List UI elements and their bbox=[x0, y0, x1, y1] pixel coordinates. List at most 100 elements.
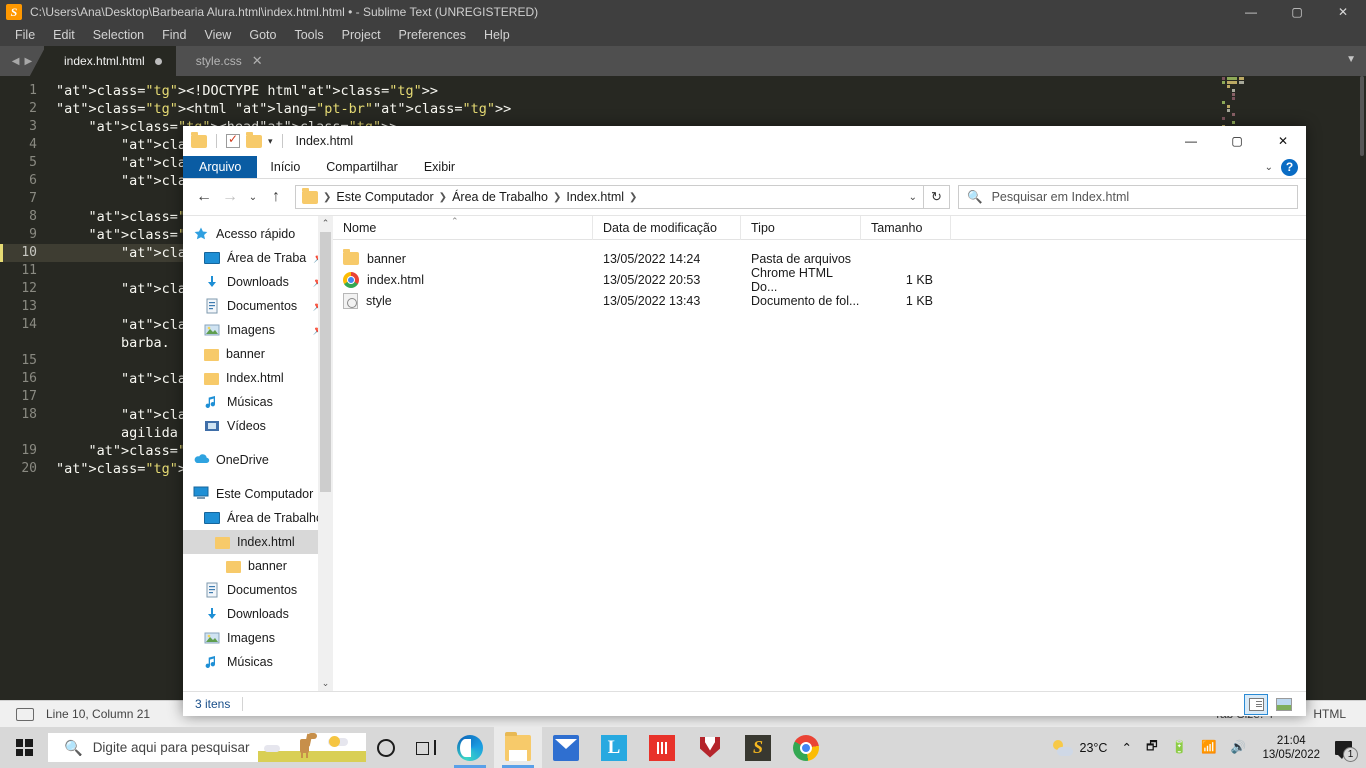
large-icons-view-button[interactable] bbox=[1272, 694, 1296, 715]
navigation-pane[interactable]: ⌃ ⌄ Acesso rápidoÁrea de Traba📌Downloads… bbox=[183, 216, 333, 691]
nav-item-imagens[interactable]: Imagens bbox=[183, 626, 333, 650]
weather-widget[interactable]: 23°C bbox=[1041, 727, 1115, 768]
nav-item-documentos[interactable]: Documentos bbox=[183, 578, 333, 602]
file-name-cell[interactable]: index.html bbox=[333, 271, 593, 288]
volume-icon[interactable]: 🔊 bbox=[1224, 727, 1254, 768]
help-icon[interactable]: ? bbox=[1281, 158, 1298, 176]
table-row[interactable]: index.html 13/05/2022 20:53 Chrome HTML Do… bbox=[333, 266, 1306, 294]
nav-item-acesso-r-pido[interactable]: Acesso rápido bbox=[183, 222, 333, 246]
start-button[interactable] bbox=[0, 727, 48, 768]
menu-tools[interactable]: Tools bbox=[285, 25, 332, 45]
minimap-scrollbar[interactable] bbox=[1360, 76, 1364, 156]
tab-prev-icon[interactable]: ◀ bbox=[12, 56, 20, 67]
nav-scrollbar[interactable]: ⌃ ⌄ bbox=[318, 216, 333, 691]
ribbon-collapse-chevron-icon[interactable]: ⌄ bbox=[1265, 162, 1273, 173]
tab-index-html[interactable]: index.html.html bbox=[30, 46, 190, 76]
menu-goto[interactable]: Goto bbox=[240, 25, 285, 45]
scroll-up-icon[interactable]: ⌃ bbox=[322, 218, 330, 229]
menu-find[interactable]: Find bbox=[153, 25, 195, 45]
taskbar-app-edge[interactable] bbox=[446, 727, 494, 768]
nav-item--rea-de-trabalho[interactable]: Área de Trabalho bbox=[183, 506, 333, 530]
nav-item-banner[interactable]: banner bbox=[183, 554, 333, 578]
taskbar-app-mail[interactable] bbox=[542, 727, 590, 768]
file-list-pane[interactable]: Nome Data de modificação Tipo Tamanho ⌃ … bbox=[333, 216, 1306, 691]
nav-item--rea-de-traba[interactable]: Área de Traba📌 bbox=[183, 246, 333, 270]
meet-now-icon[interactable]: 🗗 bbox=[1139, 727, 1165, 768]
breadcrumb-dropdown-icon[interactable]: ⌄ bbox=[909, 192, 917, 203]
network-icon[interactable]: 📶 bbox=[1194, 727, 1224, 768]
ribbon-tab-arquivo[interactable]: Arquivo bbox=[183, 156, 258, 178]
nav-item-index-html[interactable]: Index.html bbox=[183, 530, 333, 554]
back-button[interactable]: ← bbox=[191, 184, 217, 210]
nav-item-downloads[interactable]: Downloads📌 bbox=[183, 270, 333, 294]
folder-icon[interactable] bbox=[191, 131, 207, 148]
qat-dropdown-icon[interactable]: ▾ bbox=[268, 136, 273, 147]
show-hidden-icons-button[interactable]: ⌃ bbox=[1114, 727, 1138, 768]
forward-button[interactable]: → bbox=[217, 184, 243, 210]
file-name-cell[interactable]: style bbox=[333, 292, 593, 309]
nav-item-onedrive[interactable]: OneDrive bbox=[183, 448, 333, 472]
nav-scroll-thumb[interactable] bbox=[320, 232, 331, 492]
taskbar-search-input[interactable]: 🔍 Digite aqui para pesquisar bbox=[48, 733, 366, 762]
scroll-down-icon[interactable]: ⌄ bbox=[322, 678, 330, 689]
taskbar-app-l-app[interactable]: L bbox=[590, 727, 638, 768]
menu-project[interactable]: Project bbox=[333, 25, 390, 45]
nav-item-este-computador[interactable]: Este Computador bbox=[183, 482, 333, 506]
maximize-button[interactable]: ▢ bbox=[1214, 126, 1260, 156]
new-folder-icon[interactable] bbox=[246, 131, 262, 148]
breadcrumb-item-1[interactable]: Área de Trabalho bbox=[452, 190, 548, 204]
taskbar-app-red-app[interactable] bbox=[638, 727, 686, 768]
menu-preferences[interactable]: Preferences bbox=[390, 25, 475, 45]
column-header-tamanho[interactable]: Tamanho bbox=[861, 216, 951, 240]
breadcrumb[interactable]: ❯ Este Computador ❯ Área de Trabalho ❯ I… bbox=[295, 185, 924, 209]
battery-icon[interactable]: 🔋 bbox=[1165, 727, 1195, 768]
notification-center-button[interactable]: 1 bbox=[1329, 727, 1362, 768]
syntax-label[interactable]: HTML bbox=[1313, 707, 1346, 721]
code-line[interactable]: "at">class="tg"><html "at">lang="pt-br""… bbox=[46, 100, 1366, 118]
taskbar-app-shield[interactable] bbox=[686, 727, 734, 768]
ribbon-tab-inicio[interactable]: Início bbox=[257, 156, 313, 178]
maximize-button[interactable]: ▢ bbox=[1274, 0, 1320, 24]
code-line[interactable]: "at">class="tg"><!DOCTYPE html"at">class… bbox=[46, 82, 1366, 100]
ribbon-tab-compartilhar[interactable]: Compartilhar bbox=[313, 156, 411, 178]
refresh-button[interactable]: ↻ bbox=[924, 185, 950, 209]
nav-item-documentos[interactable]: Documentos📌 bbox=[183, 294, 333, 318]
column-header-nome[interactable]: Nome bbox=[333, 216, 593, 240]
details-view-button[interactable] bbox=[1244, 693, 1268, 715]
sidebar-toggle-icon[interactable] bbox=[16, 707, 34, 721]
nav-item-m-sicas[interactable]: Músicas bbox=[183, 650, 333, 674]
column-header-tipo[interactable]: Tipo bbox=[741, 216, 861, 240]
close-button[interactable]: ✕ bbox=[1320, 0, 1366, 24]
breadcrumb-item-0[interactable]: Este Computador bbox=[336, 190, 433, 204]
properties-checkbox-icon[interactable] bbox=[226, 132, 240, 148]
ribbon-tab-exibir[interactable]: Exibir bbox=[411, 156, 468, 178]
minimize-button[interactable]: — bbox=[1228, 0, 1274, 24]
search-input[interactable]: 🔍 Pesquisar em Index.html bbox=[958, 185, 1298, 209]
file-name-cell[interactable]: banner bbox=[333, 249, 593, 266]
nav-item-downloads[interactable]: Downloads bbox=[183, 602, 333, 626]
breadcrumb-item-2[interactable]: Index.html bbox=[566, 190, 624, 204]
nav-item-index-html[interactable]: Index.html bbox=[183, 366, 333, 390]
taskbar-app-sublime-text[interactable]: S bbox=[734, 727, 782, 768]
menu-help[interactable]: Help bbox=[475, 25, 519, 45]
nav-item-banner[interactable]: banner bbox=[183, 342, 333, 366]
nav-item-v-deos[interactable]: Vídeos bbox=[183, 414, 333, 438]
nav-item-m-sicas[interactable]: Músicas bbox=[183, 390, 333, 414]
taskbar-app-file-explorer[interactable] bbox=[494, 727, 542, 768]
taskbar-app-chrome[interactable] bbox=[782, 727, 830, 768]
menu-file[interactable]: File bbox=[6, 25, 44, 45]
clock[interactable]: 21:04 13/05/2022 bbox=[1253, 727, 1329, 768]
menu-view[interactable]: View bbox=[195, 25, 240, 45]
recent-locations-button[interactable]: ⌄ bbox=[243, 184, 263, 210]
up-button[interactable]: ↑ bbox=[263, 184, 289, 210]
cortana-button[interactable] bbox=[366, 727, 406, 768]
close-button[interactable]: ✕ bbox=[1260, 126, 1306, 156]
task-view-button[interactable] bbox=[406, 727, 446, 768]
menu-edit[interactable]: Edit bbox=[44, 25, 84, 45]
column-header-data[interactable]: Data de modificação bbox=[593, 216, 741, 240]
nav-item-imagens[interactable]: Imagens📌 bbox=[183, 318, 333, 342]
tab-close-icon[interactable]: ✕ bbox=[252, 53, 263, 69]
tab-style-css[interactable]: style.css ✕ bbox=[175, 46, 291, 76]
tabbar-chevron-down-icon[interactable]: ▼ bbox=[1346, 54, 1356, 65]
table-row[interactable]: style 13/05/2022 13:43 Documento de fol...… bbox=[333, 290, 1306, 311]
